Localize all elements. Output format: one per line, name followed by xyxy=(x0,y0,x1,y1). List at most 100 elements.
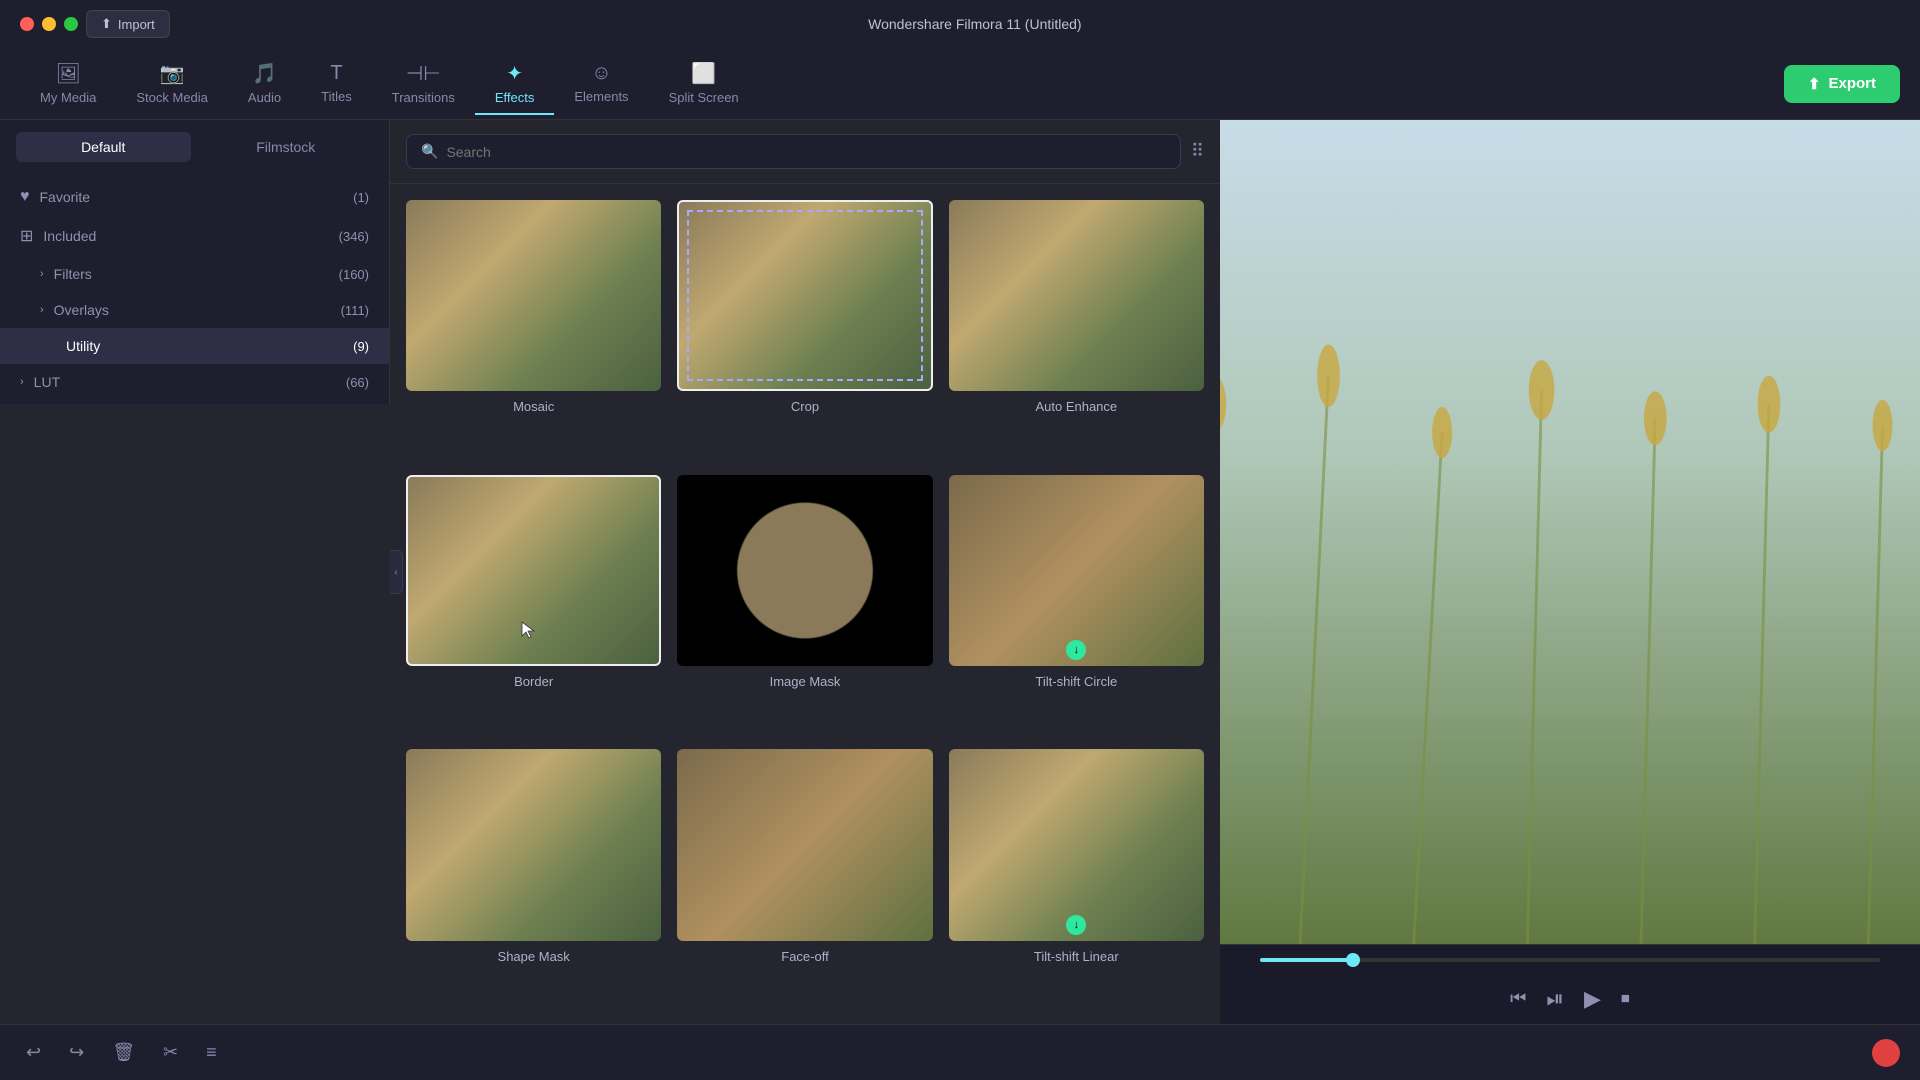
chevron-icon-filters: › xyxy=(40,268,44,280)
close-button[interactable] xyxy=(20,17,34,31)
nav-icon-titles: T xyxy=(330,62,342,85)
collapse-sidebar-button[interactable]: ‹ xyxy=(390,550,403,594)
adjust-button[interactable]: ≡ xyxy=(200,1036,223,1069)
sidebar-label-filters: Filters xyxy=(54,266,92,282)
effect-card-auto-enhance[interactable]: Auto Enhance xyxy=(949,200,1204,459)
maximize-button[interactable] xyxy=(64,17,78,31)
stop-button[interactable]: ⏹ xyxy=(1621,988,1630,1009)
import-button[interactable]: ⬆ Import xyxy=(86,10,170,38)
rewind-button[interactable]: ⏮ xyxy=(1510,988,1526,1009)
nav-icon-effects: ✦ xyxy=(506,61,523,86)
nav-item-titles[interactable]: T Titles xyxy=(301,54,372,114)
search-input[interactable] xyxy=(446,144,1165,160)
sidebar-count-included: (346) xyxy=(339,229,369,244)
effect-label-tilt-shift-linear: Tilt-shift Linear xyxy=(1034,949,1119,964)
export-label: Export xyxy=(1828,75,1876,92)
nav-label-effects: Effects xyxy=(495,90,535,105)
import-label: Import xyxy=(118,17,155,32)
effect-card-shape-mask[interactable]: Shape Mask xyxy=(406,749,661,1008)
nav-item-audio[interactable]: 🎵 Audio xyxy=(228,53,301,115)
sidebar-tab-default[interactable]: Default xyxy=(16,132,191,162)
undo-button[interactable]: ↩ xyxy=(20,1036,47,1069)
effect-label-mosaic: Mosaic xyxy=(513,399,554,414)
export-icon: ⬆ xyxy=(1808,75,1821,93)
effect-thumb-auto-enhance xyxy=(949,200,1204,391)
sidebar-items: ♥ Favorite (1) ⊞ Included (346) › Filter… xyxy=(0,174,389,404)
nav-bar: 🖼 My Media 📷 Stock Media 🎵 Audio T Title… xyxy=(0,48,1920,120)
nav-item-stock-media[interactable]: 📷 Stock Media xyxy=(116,53,228,115)
effect-label-tilt-shift-circle: Tilt-shift Circle xyxy=(1035,674,1117,689)
nav-label-my-media: My Media xyxy=(40,90,96,105)
play-button[interactable]: ▶ xyxy=(1584,986,1601,1012)
item-icon-favorite: ♥ xyxy=(20,188,30,206)
search-icon: 🔍 xyxy=(421,143,438,160)
progress-bar[interactable] xyxy=(1260,958,1880,962)
nav-icon-elements: ☺ xyxy=(591,62,611,85)
play-pause-button[interactable]: ⏯ xyxy=(1546,986,1564,1012)
title-bar: ⬆ Import Wondershare Filmora 11 (Untitle… xyxy=(0,0,1920,48)
nav-label-stock-media: Stock Media xyxy=(136,90,208,105)
progress-fill xyxy=(1260,958,1353,962)
sidebar-label-favorite: Favorite xyxy=(40,189,91,205)
search-bar: 🔍 ⠿ xyxy=(390,120,1220,184)
effect-card-border[interactable]: Border xyxy=(406,475,661,734)
sidebar-item-favorite[interactable]: ♥ Favorite (1) xyxy=(0,178,389,216)
nav-icon-transitions: ⊣⊢ xyxy=(406,61,441,86)
effect-label-crop: Crop xyxy=(791,399,819,414)
nav-label-audio: Audio xyxy=(248,90,281,105)
nav-label-titles: Titles xyxy=(321,89,352,104)
effect-label-image-mask: Image Mask xyxy=(770,674,841,689)
chevron-icon-overlays: › xyxy=(40,304,44,316)
sidebar-item-lut[interactable]: › LUT (66) xyxy=(0,364,389,400)
effect-thumb-tilt-shift-linear: ↓ xyxy=(949,749,1204,940)
nav-label-transitions: Transitions xyxy=(392,90,455,105)
redo-button[interactable]: ↪ xyxy=(63,1036,90,1069)
effect-thumb-face-off xyxy=(677,749,932,940)
effects-panel: 🔍 ⠿ Mosaic Crop Auto Enhance Border Im xyxy=(390,120,1220,1024)
effect-card-face-off[interactable]: Face-off xyxy=(677,749,932,1008)
nav-items: 🖼 My Media 📷 Stock Media 🎵 Audio T Title… xyxy=(20,53,759,115)
sidebar-item-included[interactable]: ⊞ Included (346) xyxy=(0,216,389,256)
sidebar-tabs: Default Filmstock xyxy=(0,120,389,174)
nav-icon-stock-media: 📷 xyxy=(160,61,185,86)
sidebar-item-overlays[interactable]: › Overlays (111) xyxy=(0,292,389,328)
nav-label-split-screen: Split Screen xyxy=(669,90,739,105)
sidebar-wrap: Default Filmstock ♥ Favorite (1) ⊞ Includ… xyxy=(0,120,390,1024)
nav-icon-split-screen: ⬜ xyxy=(691,61,716,86)
effect-card-crop[interactable]: Crop xyxy=(677,200,932,459)
download-badge: ↓ xyxy=(1066,640,1086,660)
delete-button[interactable]: 🗑 xyxy=(106,1036,141,1069)
effect-card-mosaic[interactable]: Mosaic xyxy=(406,200,661,459)
sidebar-count-utility: (9) xyxy=(353,339,369,354)
cut-button[interactable]: ✂ xyxy=(157,1036,184,1069)
effect-card-image-mask[interactable]: Image Mask xyxy=(677,475,932,734)
chevron-icon-lut: › xyxy=(20,376,24,388)
sidebar-label-overlays: Overlays xyxy=(54,302,109,318)
window-controls: ⬆ Import xyxy=(20,10,170,38)
nav-item-elements[interactable]: ☺ Elements xyxy=(554,54,648,114)
export-button[interactable]: ⬆ Export xyxy=(1784,65,1900,103)
effect-card-tilt-shift-circle[interactable]: ↓ Tilt-shift Circle xyxy=(949,475,1204,734)
bottom-toolbar: ↩ ↪ 🗑 ✂ ≡ xyxy=(0,1024,1920,1080)
download-badge: ↓ xyxy=(1066,915,1086,935)
sidebar-label-utility: Utility xyxy=(66,338,100,354)
search-input-wrap[interactable]: 🔍 xyxy=(406,134,1181,169)
effect-card-tilt-shift-linear[interactable]: ↓ Tilt-shift Linear xyxy=(949,749,1204,1008)
preview-controls: ⏮ ⏯ ▶ ⏹ xyxy=(1220,944,1920,1024)
effect-thumb-image-mask xyxy=(677,475,932,666)
sidebar-count-lut: (66) xyxy=(346,375,369,390)
nav-item-transitions[interactable]: ⊣⊢ Transitions xyxy=(372,53,475,115)
nav-item-my-media[interactable]: 🖼 My Media xyxy=(20,53,116,115)
effect-thumb-tilt-shift-circle: ↓ xyxy=(949,475,1204,666)
sidebar-item-utility[interactable]: Utility (9) xyxy=(0,328,389,364)
record-button[interactable] xyxy=(1872,1039,1900,1067)
minimize-button[interactable] xyxy=(42,17,56,31)
sidebar: Default Filmstock ♥ Favorite (1) ⊞ Includ… xyxy=(0,120,390,404)
nav-item-effects[interactable]: ✦ Effects xyxy=(475,53,555,115)
nav-icon-my-media: 🖼 xyxy=(55,61,80,86)
sidebar-item-filters[interactable]: › Filters (160) xyxy=(0,256,389,292)
sidebar-tab-filmstock[interactable]: Filmstock xyxy=(199,132,374,162)
grid-view-toggle[interactable]: ⠿ xyxy=(1191,141,1204,162)
effect-label-shape-mask: Shape Mask xyxy=(498,949,570,964)
nav-item-split-screen[interactable]: ⬜ Split Screen xyxy=(649,53,759,115)
